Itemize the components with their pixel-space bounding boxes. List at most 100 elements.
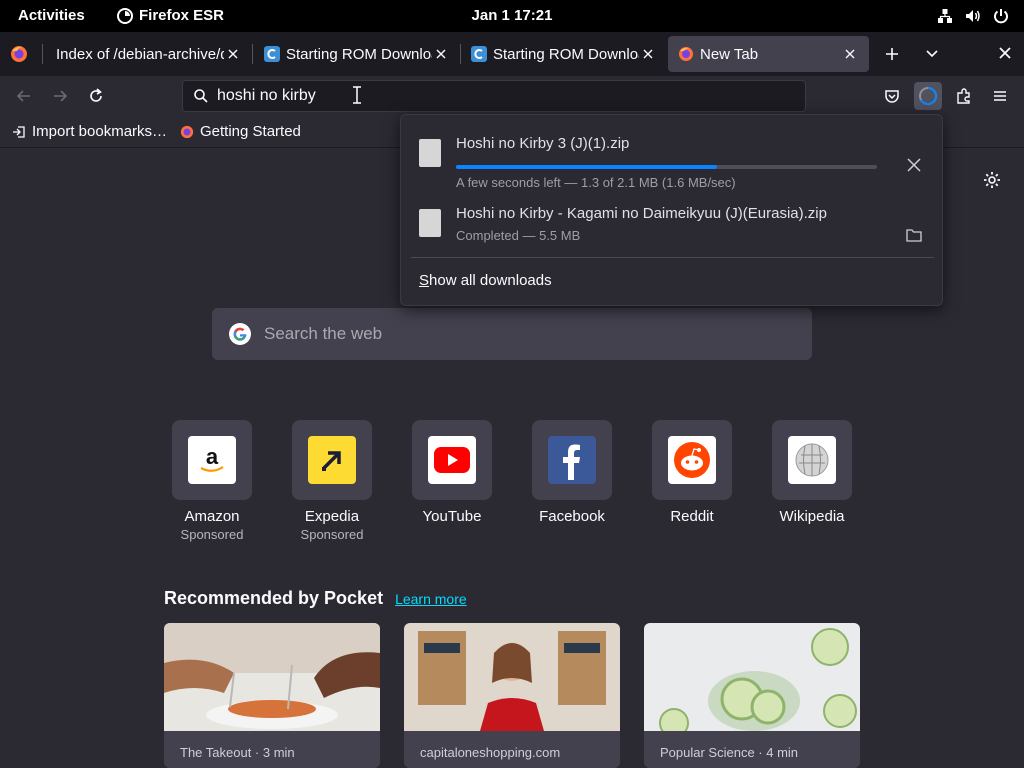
pocket-card-takeout[interactable]: The Takeout · 3 min bbox=[164, 623, 380, 768]
download-status: Completed — 5.5 MB bbox=[456, 228, 581, 243]
top-site-wikipedia[interactable]: Wikipedia bbox=[752, 420, 872, 525]
card-source: capitaloneshopping.com bbox=[420, 745, 561, 760]
tab-title: Starting ROM Downloa bbox=[286, 45, 432, 63]
top-site-expedia[interactable]: Expedia Sponsored bbox=[272, 420, 392, 542]
site-tile bbox=[532, 420, 612, 500]
pocket-icon bbox=[885, 90, 899, 103]
forward-button[interactable] bbox=[46, 82, 74, 110]
bookmark-label: Getting Started bbox=[200, 123, 301, 140]
youtube-icon bbox=[428, 436, 476, 484]
personalize-button[interactable] bbox=[982, 170, 1004, 192]
web-search-box[interactable]: Search the web bbox=[212, 308, 812, 360]
site-tile bbox=[772, 420, 852, 500]
address-bar[interactable] bbox=[182, 80, 806, 112]
network-icon bbox=[938, 9, 952, 23]
divider bbox=[411, 257, 934, 258]
tab-strip: Index of /debian-archive/d Starting ROM … bbox=[0, 32, 1024, 76]
tab-title: Index of /debian-archive/d bbox=[56, 45, 224, 63]
close-tab-icon[interactable] bbox=[639, 45, 657, 63]
list-all-tabs-button[interactable] bbox=[924, 45, 940, 61]
firefox-view-icon[interactable] bbox=[10, 45, 28, 63]
bookmark-import[interactable]: Import bookmarks… bbox=[12, 123, 167, 140]
tab-rom-download-2[interactable]: Starting ROM Downloa bbox=[461, 36, 667, 72]
tab-debian-archive[interactable]: Index of /debian-archive/d bbox=[46, 36, 252, 72]
site-tile bbox=[652, 420, 732, 500]
forward-arrow-icon bbox=[54, 90, 68, 102]
close-icon bbox=[999, 47, 1011, 59]
download-status: A few seconds left — 1.3 of 2.1 MB (1.6 … bbox=[456, 175, 736, 190]
power-icon bbox=[994, 9, 1008, 24]
show-all-label: Show all downloads bbox=[419, 272, 552, 289]
download-progress-bar bbox=[456, 165, 877, 169]
site-name: Reddit bbox=[670, 508, 714, 525]
app-name: Firefox ESR bbox=[139, 7, 225, 24]
back-arrow-icon bbox=[16, 90, 30, 102]
learn-more-link[interactable]: Learn more bbox=[395, 591, 467, 607]
person-boxes-image bbox=[404, 623, 620, 731]
top-site-facebook[interactable]: Facebook bbox=[512, 420, 632, 525]
site-name: Wikipedia bbox=[779, 508, 845, 525]
gear-icon bbox=[984, 172, 1000, 188]
tab-rom-download-1[interactable]: Starting ROM Downloa bbox=[254, 36, 460, 72]
amazon-icon: a bbox=[188, 436, 236, 484]
top-site-reddit[interactable]: Reddit bbox=[632, 420, 752, 525]
card-source: The Takeout · 3 min bbox=[180, 745, 295, 760]
close-tab-icon[interactable] bbox=[432, 45, 450, 63]
download-filename: Hoshi no Kirby - Kagami no Daimeikyuu (J… bbox=[456, 205, 827, 222]
cucumber-glass-image bbox=[644, 623, 860, 731]
tab-title: New Tab bbox=[700, 45, 759, 63]
hamburger-icon bbox=[994, 91, 1006, 101]
cancel-download-button[interactable] bbox=[904, 155, 924, 175]
top-site-amazon[interactable]: a Amazon Sponsored bbox=[152, 420, 272, 542]
download-progress-icon bbox=[919, 87, 937, 105]
show-in-folder-button[interactable] bbox=[904, 225, 924, 245]
sponsored-label: Sponsored bbox=[180, 527, 244, 542]
download-filename: Hoshi no Kirby 3 (J)(1).zip bbox=[456, 135, 630, 152]
top-site-youtube[interactable]: YouTube bbox=[392, 420, 512, 525]
clock[interactable]: Jan 1 17:21 bbox=[472, 7, 553, 24]
close-tab-icon[interactable] bbox=[841, 45, 859, 63]
plus-icon bbox=[886, 48, 898, 60]
expedia-icon bbox=[308, 436, 356, 484]
close-window-button[interactable] bbox=[998, 46, 1012, 60]
activities-button[interactable]: Activities bbox=[18, 7, 85, 24]
site-tile bbox=[412, 420, 492, 500]
site-name: Amazon bbox=[184, 508, 240, 525]
close-tab-icon[interactable] bbox=[224, 45, 242, 63]
extensions-button[interactable] bbox=[950, 82, 978, 110]
download-item[interactable]: Hoshi no Kirby - Kagami no Daimeikyuu (J… bbox=[401, 195, 942, 257]
google-icon bbox=[229, 323, 251, 345]
search-icon bbox=[194, 89, 208, 103]
tab-new-tab[interactable]: New Tab bbox=[668, 36, 869, 72]
reload-icon bbox=[90, 88, 102, 102]
downloads-button[interactable] bbox=[914, 82, 942, 110]
wikipedia-icon bbox=[788, 436, 836, 484]
navigation-toolbar bbox=[0, 76, 1024, 116]
site-tile: a bbox=[172, 420, 252, 500]
pocket-section-header: Recommended by Pocket Learn more bbox=[164, 588, 467, 609]
show-all-downloads-button[interactable]: Show all downloads bbox=[419, 272, 552, 289]
back-button[interactable] bbox=[10, 82, 38, 110]
download-item[interactable]: Hoshi no Kirby 3 (J)(1).zip A few second… bbox=[401, 125, 942, 190]
firefox-app-icon bbox=[117, 7, 133, 24]
folder-icon bbox=[906, 229, 922, 242]
pocket-card-capitalone[interactable]: capitaloneshopping.com bbox=[404, 623, 620, 768]
sponsored-label: Sponsored bbox=[300, 527, 364, 542]
system-tray[interactable] bbox=[936, 7, 1010, 25]
pocket-card-popsci[interactable]: Popular Science · 4 min bbox=[644, 623, 860, 768]
site-name: Expedia bbox=[304, 508, 360, 525]
app-menu-button[interactable] bbox=[986, 82, 1014, 110]
address-input[interactable] bbox=[217, 87, 717, 105]
pocket-button[interactable] bbox=[878, 82, 906, 110]
reload-button[interactable] bbox=[82, 82, 110, 110]
site-name: YouTube bbox=[422, 508, 482, 525]
bookmark-getting-started[interactable]: Getting Started bbox=[180, 123, 301, 140]
firefox-icon bbox=[679, 47, 693, 61]
new-tab-button[interactable] bbox=[883, 45, 901, 63]
text-cursor bbox=[352, 86, 362, 104]
tab-title: Starting ROM Downloa bbox=[493, 45, 639, 63]
bookmark-label: Import bookmarks… bbox=[32, 123, 168, 140]
firefox-icon bbox=[180, 125, 194, 138]
facebook-icon bbox=[548, 436, 596, 484]
app-menu[interactable]: Firefox ESR bbox=[117, 7, 224, 24]
